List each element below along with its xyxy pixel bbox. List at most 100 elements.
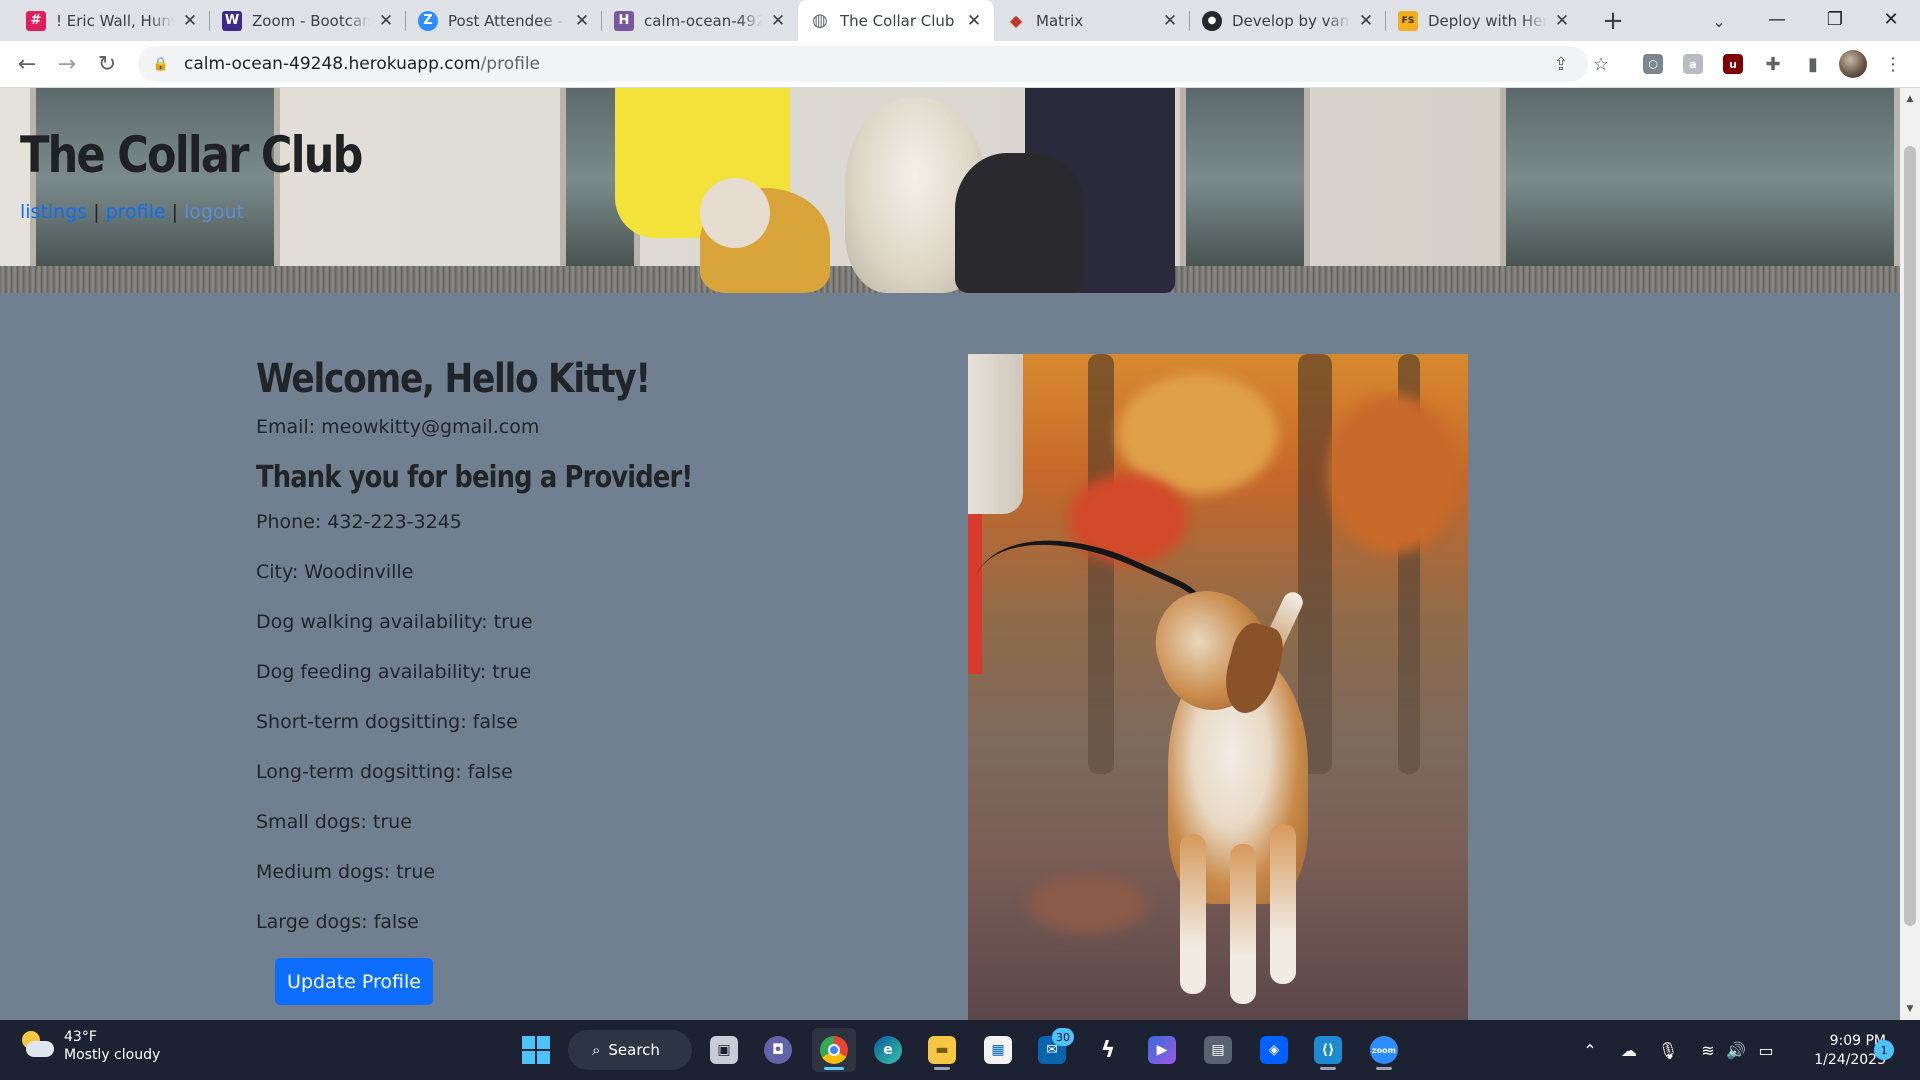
side-panel-icon[interactable]: ▮ bbox=[1798, 49, 1828, 79]
tab-heroku[interactable]: H calm-ocean-49248 ✕ bbox=[602, 0, 798, 41]
detail-dog-feeding: Dog feeding availability: true bbox=[256, 661, 532, 683]
tab-word[interactable]: W Zoom - Bootcamp ✕ bbox=[210, 0, 406, 41]
close-icon[interactable]: ✕ bbox=[180, 11, 200, 31]
word-icon: W bbox=[222, 10, 242, 31]
nav-logout[interactable]: logout bbox=[184, 201, 244, 223]
menu-kebab-icon[interactable]: ⋮ bbox=[1878, 49, 1908, 79]
app-bolt-button[interactable]: ϟ bbox=[1086, 1028, 1130, 1072]
weather-widget[interactable]: 43°F Mostly cloudy bbox=[20, 1028, 160, 1064]
lightning-icon: ϟ bbox=[1100, 1037, 1116, 1063]
weather-condition: Mostly cloudy bbox=[64, 1047, 161, 1063]
system-clock[interactable]: 9:09 PM 1/24/2023 bbox=[1790, 1032, 1886, 1070]
lock-icon[interactable]: 🔒 bbox=[152, 55, 170, 73]
volume-icon[interactable]: 🔊 bbox=[1722, 1020, 1750, 1080]
nav-listings[interactable]: listings bbox=[20, 201, 87, 223]
tab-title: Matrix bbox=[1036, 11, 1084, 30]
scroll-down-icon[interactable]: ▼ bbox=[1900, 1000, 1920, 1018]
store-button[interactable]: ▦ bbox=[976, 1028, 1020, 1072]
beagle-leg bbox=[1270, 824, 1296, 984]
bookmark-star-icon[interactable]: ☆ bbox=[1586, 49, 1616, 79]
tab-zoom[interactable]: Z Post Attendee - Zoom ✕ bbox=[406, 0, 602, 41]
dropbox-button[interactable]: ◈ bbox=[1252, 1028, 1296, 1072]
welcome-heading: Welcome, Hello Kitty! bbox=[256, 356, 651, 402]
task-view-button[interactable]: ▣ bbox=[702, 1028, 746, 1072]
scrollbar-thumb[interactable] bbox=[1904, 146, 1916, 926]
tab-deploy[interactable]: FS Deploy with Heroku ✕ bbox=[1386, 0, 1582, 41]
tab-slack[interactable]: # ! Eric Wall, Hunter ✕ bbox=[14, 0, 210, 41]
close-icon[interactable]: ✕ bbox=[1356, 11, 1376, 31]
globe-icon: ◍ bbox=[812, 10, 828, 31]
folder-icon: ▬ bbox=[928, 1036, 956, 1064]
reload-icon[interactable]: ↻ bbox=[92, 49, 122, 79]
edge-taskbar-button[interactable]: e bbox=[866, 1028, 910, 1072]
window-close-icon[interactable]: ✕ bbox=[1862, 0, 1920, 38]
forward-icon[interactable]: → bbox=[52, 49, 82, 79]
extension-a-icon[interactable]: a bbox=[1678, 49, 1708, 79]
tray-overflow-icon[interactable]: ⌃ bbox=[1576, 1020, 1604, 1080]
scroll-up-icon[interactable]: ▲ bbox=[1900, 90, 1920, 108]
github-icon: ● bbox=[1202, 10, 1222, 31]
address-bar[interactable]: 🔒 calm-ocean-49248.herokuapp.com /profil… bbox=[138, 46, 1588, 82]
profile-avatar[interactable] bbox=[1838, 49, 1868, 79]
tab-title: ! Eric Wall, Hunter bbox=[56, 11, 174, 30]
close-icon[interactable]: ✕ bbox=[376, 11, 396, 31]
taskbar-search[interactable]: ⌕ Search bbox=[568, 1030, 692, 1070]
vscode-button[interactable]: ⟨⟩ bbox=[1306, 1028, 1350, 1072]
nav-separator: | bbox=[93, 201, 100, 223]
file-explorer-button[interactable]: ▬ bbox=[920, 1028, 964, 1072]
mail-badge: 30 bbox=[1052, 1028, 1074, 1046]
search-label: Search bbox=[608, 1041, 660, 1059]
extensions-puzzle-icon[interactable]: ✚ bbox=[1758, 49, 1788, 79]
tab-collar-club[interactable]: ◍ The Collar Club ✕ bbox=[798, 0, 994, 41]
tab-matrix[interactable]: ◆ Matrix ✕ bbox=[994, 0, 1190, 41]
extension-cube-icon[interactable]: ⬡ bbox=[1638, 49, 1668, 79]
new-tab-button[interactable]: + bbox=[1598, 6, 1628, 36]
email-text: Email: meowkitty@gmail.com bbox=[256, 416, 540, 438]
onedrive-icon[interactable]: ☁ bbox=[1614, 1020, 1644, 1080]
page-scrollbar[interactable]: ▲ ▼ bbox=[1900, 88, 1920, 1020]
search-icon: ⌕ bbox=[592, 1041, 601, 1059]
close-icon[interactable]: ✕ bbox=[1552, 11, 1572, 31]
tab-title: Post Attendee - Zoom bbox=[448, 11, 566, 30]
minimize-icon[interactable]: — bbox=[1748, 0, 1806, 38]
site-title: The Collar Club bbox=[20, 126, 363, 184]
detail-city: City: Woodinville bbox=[256, 561, 414, 583]
calculator-button[interactable]: ▤ bbox=[1196, 1028, 1240, 1072]
tab-title: calm-ocean-49248 bbox=[644, 11, 762, 30]
close-icon[interactable]: ✕ bbox=[572, 11, 592, 31]
url-host: calm-ocean-49248.herokuapp.com bbox=[184, 54, 481, 74]
vscode-icon: ⟨⟩ bbox=[1314, 1036, 1342, 1064]
close-icon[interactable]: ✕ bbox=[964, 11, 984, 31]
nav-profile[interactable]: profile bbox=[106, 201, 166, 223]
restore-icon[interactable]: ❐ bbox=[1806, 0, 1864, 38]
zoom-app-icon: zoom bbox=[1370, 1036, 1398, 1064]
teams-chat-button[interactable]: ◘ bbox=[756, 1028, 800, 1072]
tab-title: The Collar Club bbox=[840, 11, 955, 30]
beagle-photo bbox=[968, 354, 1468, 1020]
provider-heading: Thank you for being a Provider! bbox=[256, 460, 693, 495]
close-icon[interactable]: ✕ bbox=[1160, 11, 1180, 31]
tab-github[interactable]: ● Develop by vanw ✕ bbox=[1190, 0, 1386, 41]
tab-title: Develop by vanw bbox=[1232, 11, 1350, 30]
photo-tree bbox=[1298, 354, 1332, 774]
ublock-icon[interactable]: u bbox=[1718, 49, 1748, 79]
close-icon[interactable]: ✕ bbox=[768, 11, 788, 31]
mail-button[interactable]: ✉ 30 bbox=[1030, 1028, 1074, 1072]
start-button[interactable] bbox=[514, 1028, 558, 1072]
tab-search-button[interactable]: ⌄ bbox=[1704, 6, 1734, 36]
small-dog-head bbox=[700, 178, 770, 248]
fs-icon: FS bbox=[1398, 10, 1418, 31]
share-icon[interactable]: ⇪ bbox=[1546, 49, 1576, 79]
battery-icon[interactable]: ▭ bbox=[1752, 1020, 1780, 1080]
tab-strip: # ! Eric Wall, Hunter ✕ W Zoom - Bootcam… bbox=[0, 0, 1920, 41]
back-icon[interactable]: ← bbox=[12, 49, 42, 79]
zoom-taskbar-button[interactable]: zoom bbox=[1362, 1028, 1406, 1072]
weather-temp: 43°F bbox=[64, 1029, 97, 1045]
update-profile-button[interactable]: Update Profile bbox=[275, 958, 433, 1005]
notification-badge[interactable]: 1 bbox=[1874, 1040, 1894, 1060]
wifi-icon[interactable]: ≋ bbox=[1694, 1020, 1722, 1080]
chrome-taskbar-button[interactable] bbox=[812, 1028, 856, 1072]
microphone-icon[interactable]: 🎙 bbox=[1654, 1020, 1682, 1080]
app-hex-button[interactable]: ▶ bbox=[1140, 1028, 1184, 1072]
zoom-icon: Z bbox=[418, 10, 438, 31]
